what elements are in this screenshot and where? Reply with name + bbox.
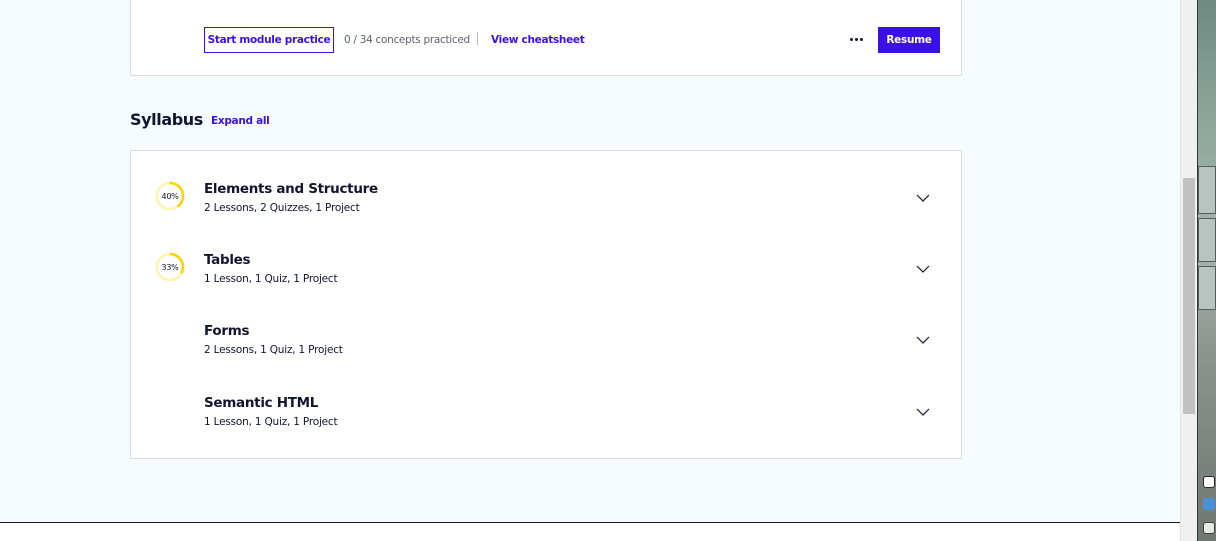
syllabus-item-summary: 1 Lesson, 1 Quiz, 1 Project [204,416,338,428]
syllabus-item-title: Forms [204,323,250,339]
syllabus-list: 40% Elements and Structure 2 Lessons, 2 … [130,150,962,459]
syllabus-item-forms[interactable]: Forms 2 Lessons, 1 Quiz, 1 Project [131,323,961,394]
expand-all-link[interactable]: Expand all [211,115,270,127]
resume-button[interactable]: Resume [878,27,940,53]
progress-ring-icon: 40% [155,181,185,211]
chevron-down-icon[interactable] [916,335,930,345]
start-module-practice-button[interactable]: Start module practice [204,27,334,53]
syllabus-item-title: Semantic HTML [204,395,319,411]
tray-icon[interactable] [1203,476,1215,488]
concepts-practiced-text: 0 / 34 concepts practiced [344,34,470,46]
syllabus-title: Syllabus [130,110,203,129]
window-thumbnail[interactable] [1198,218,1216,262]
progress-ring-icon: 33% [155,252,185,282]
syllabus-item-elements-and-structure[interactable]: 40% Elements and Structure 2 Lessons, 2 … [131,181,961,252]
syllabus-item-summary: 2 Lessons, 2 Quizzes, 1 Project [204,202,360,214]
module-card: Start module practice 0 / 34 concepts pr… [130,0,962,76]
window-thumbnail[interactable] [1198,266,1216,310]
syllabus-item-tables[interactable]: 33% Tables 1 Lesson, 1 Quiz, 1 Project [131,252,961,323]
progress-label: 40% [161,191,179,201]
syllabus-item-title: Elements and Structure [204,181,378,197]
vertical-scrollbar[interactable] [1180,0,1197,541]
progress-label: 33% [161,262,179,272]
syllabus-item-summary: 2 Lessons, 1 Quiz, 1 Project [204,344,343,356]
syllabus-item-semantic-html[interactable]: Semantic HTML 1 Lesson, 1 Quiz, 1 Projec… [131,395,961,466]
divider [477,32,478,45]
view-cheatsheet-link[interactable]: View cheatsheet [491,34,585,46]
scrollbar-thumb[interactable] [1183,178,1195,414]
page: Start module practice 0 / 34 concepts pr… [0,0,1180,541]
window-thumbnail[interactable] [1198,166,1216,214]
chevron-down-icon[interactable] [916,264,930,274]
chevron-down-icon[interactable] [916,193,930,203]
footer [0,523,1180,541]
chevron-down-icon[interactable] [916,407,930,417]
tray-icon[interactable] [1203,498,1215,510]
syllabus-item-summary: 1 Lesson, 1 Quiz, 1 Project [204,273,338,285]
tray-icon[interactable] [1203,522,1215,534]
syllabus-item-title: Tables [204,252,251,268]
more-icon[interactable] [850,33,864,45]
